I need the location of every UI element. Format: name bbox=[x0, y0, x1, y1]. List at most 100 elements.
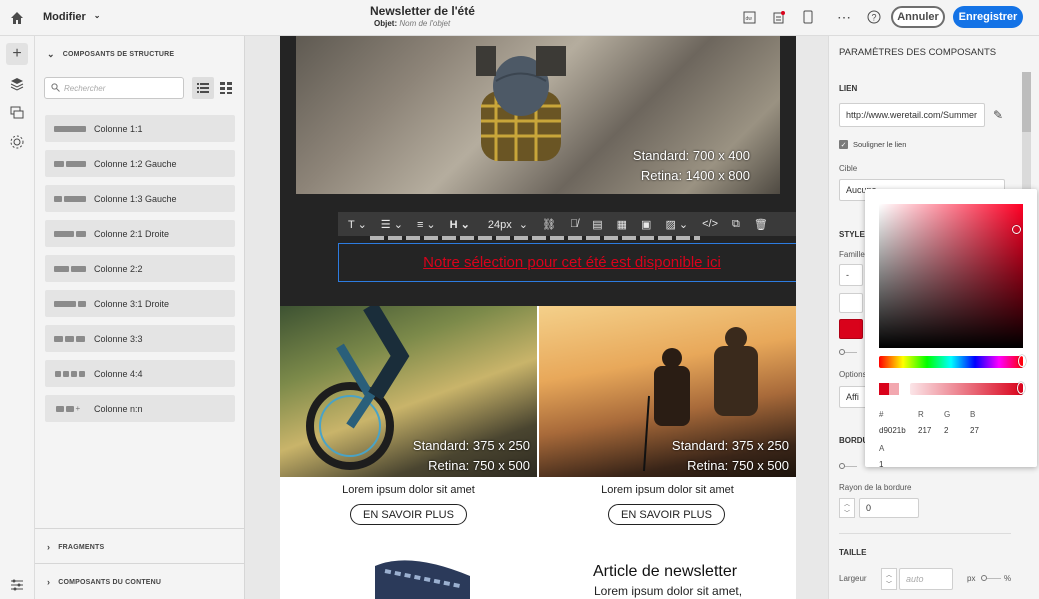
unit-toggle[interactable] bbox=[981, 574, 1001, 582]
alpha-slider[interactable] bbox=[910, 382, 1025, 395]
component-colonne-1-2-gauche[interactable]: Colonne 1:2 Gauche bbox=[45, 150, 235, 177]
largeur-label: Largeur bbox=[839, 574, 867, 583]
b-label: B bbox=[970, 410, 976, 419]
saturation-value-area[interactable] bbox=[879, 204, 1023, 348]
heading-icon[interactable]: H ⌄ bbox=[446, 218, 474, 231]
mobile-view-icon[interactable] bbox=[800, 9, 816, 25]
left-rail: + bbox=[0, 36, 35, 599]
component-colonne-2-1-droite[interactable]: Colonne 2:1 Droite bbox=[45, 220, 235, 247]
hex-label: # bbox=[879, 410, 884, 419]
checklist-icon[interactable] bbox=[770, 9, 786, 25]
content-section-header[interactable]: › COMPOSANTS DU CONTENU bbox=[47, 577, 161, 587]
text-color-swatch[interactable] bbox=[839, 319, 863, 339]
chevron-down-icon: ⌄ bbox=[93, 11, 101, 20]
shoe-image[interactable] bbox=[370, 556, 480, 599]
code-icon[interactable]: </> bbox=[698, 218, 722, 230]
top-bar: Modifier ⌄ Newsletter de l'été Objet: No… bbox=[0, 0, 1039, 36]
grid-view-icon[interactable] bbox=[215, 77, 237, 99]
column-layout-icon bbox=[45, 370, 94, 377]
underline-checkbox[interactable]: ✓ Souligner le lien bbox=[839, 140, 906, 149]
b-input[interactable]: 27 bbox=[970, 426, 979, 435]
divider bbox=[35, 563, 245, 564]
duplicate-icon[interactable]: ⧉ bbox=[728, 218, 744, 231]
hikers-image[interactable]: Standard: 375 x 250 Retina: 750 x 500 bbox=[539, 306, 796, 477]
mode-menu[interactable]: Modifier ⌄ bbox=[43, 11, 100, 23]
layout-icon[interactable]: ▤ bbox=[588, 218, 606, 231]
fragments-section-header[interactable]: › FRAGMENTS bbox=[47, 542, 104, 552]
rayon-stepper-arrows[interactable]: ︿ ﹀ bbox=[839, 498, 855, 518]
previous-color-swatch bbox=[889, 383, 899, 395]
hikers-dimensions: Standard: 375 x 250 Retina: 750 x 500 bbox=[619, 436, 789, 476]
list-icon[interactable]: ≡ ⌄ bbox=[413, 218, 440, 231]
font-size-value: 24px bbox=[487, 218, 512, 231]
desktop-view-icon[interactable]: dw bbox=[741, 9, 757, 25]
link-icon[interactable]: ⛓ bbox=[538, 218, 560, 231]
font-size-select[interactable]: 24px ⌄ bbox=[480, 218, 532, 231]
component-label: Colonne 1:1 bbox=[94, 123, 143, 134]
align-icon[interactable]: ☰ ⌄ bbox=[377, 218, 407, 231]
hue-slider[interactable] bbox=[879, 355, 1026, 368]
home-icon[interactable] bbox=[8, 9, 26, 27]
hero-section[interactable]: Standard: 700 x 400 Retina: 1400 x 800 T… bbox=[280, 36, 796, 306]
learn-more-button-left[interactable]: EN SAVOIR PLUS bbox=[350, 504, 467, 525]
largeur-stepper-arrows[interactable]: ︿ ﹀ bbox=[881, 568, 897, 590]
alpha-handle[interactable] bbox=[1017, 382, 1025, 394]
unit-percent[interactable]: % bbox=[1004, 574, 1011, 583]
component-colonne-1-1[interactable]: Colonne 1:1 bbox=[45, 115, 235, 142]
layers-icon[interactable] bbox=[6, 73, 28, 95]
hue-handle[interactable] bbox=[1018, 355, 1026, 367]
add-icon[interactable]: + bbox=[6, 43, 28, 65]
content-title: COMPOSANTS DU CONTENU bbox=[58, 578, 162, 586]
image-icon[interactable]: ▣ bbox=[637, 218, 655, 231]
url-input[interactable]: http://www.weretail.com/Summer bbox=[839, 103, 985, 127]
chevron-right-icon: › bbox=[47, 577, 51, 587]
learn-more-button-right[interactable]: EN SAVOIR PLUS bbox=[608, 504, 725, 525]
settings-icon[interactable] bbox=[6, 574, 28, 596]
search-input[interactable]: Rechercher bbox=[44, 77, 184, 99]
g-input[interactable]: 2 bbox=[944, 426, 948, 435]
sv-handle[interactable] bbox=[1012, 225, 1021, 234]
subject-line[interactable]: Objet: Nom de l'objet bbox=[374, 19, 450, 28]
edit-pencil-icon[interactable]: ✎ bbox=[991, 108, 1005, 122]
svg-text:dw: dw bbox=[745, 16, 752, 22]
cancel-button[interactable]: Annuler bbox=[891, 6, 945, 28]
largeur-input[interactable]: auto bbox=[899, 568, 953, 590]
options-select[interactable]: Affi bbox=[839, 386, 867, 408]
unit-px[interactable]: px bbox=[967, 574, 975, 583]
r-input[interactable]: 217 bbox=[918, 426, 931, 435]
list-view-icon[interactable] bbox=[192, 77, 214, 99]
component-colonne-2-2[interactable]: Colonne 2:2 bbox=[45, 255, 235, 282]
summer-selection-link[interactable]: Notre sélection pour cet été est disponi… bbox=[423, 254, 721, 271]
unlink-icon[interactable]: ⛓̸ bbox=[566, 218, 582, 230]
delete-icon[interactable]: 🗑 bbox=[750, 218, 772, 231]
component-colonne-n-n[interactable]: + Colonne n:n bbox=[45, 395, 235, 422]
caption-left: Lorem ipsum dolor sit amet bbox=[342, 484, 475, 496]
rayon-input[interactable]: 0 bbox=[859, 498, 919, 518]
component-label: Colonne n:n bbox=[94, 403, 143, 414]
grid-icon[interactable]: ▦ bbox=[613, 218, 631, 231]
assets-icon[interactable] bbox=[6, 102, 28, 124]
background-color-swatch[interactable] bbox=[839, 293, 863, 313]
more-options-icon[interactable]: ⋯ bbox=[835, 9, 853, 25]
border-slider[interactable] bbox=[839, 462, 857, 470]
help-icon[interactable]: ? bbox=[866, 9, 882, 25]
checkbox-checked-icon: ✓ bbox=[839, 140, 848, 149]
text-style-icon[interactable]: T ⌄ bbox=[344, 218, 371, 231]
save-button[interactable]: Enregistrer bbox=[953, 6, 1023, 28]
component-colonne-4-4[interactable]: Colonne 4:4 bbox=[45, 360, 235, 387]
hex-input[interactable]: d9021b bbox=[879, 426, 906, 435]
component-label: Colonne 3:1 Droite bbox=[94, 298, 170, 309]
component-colonne-1-3-gauche[interactable]: Colonne 1:3 Gauche bbox=[45, 185, 235, 212]
famille-select[interactable]: - bbox=[839, 264, 863, 286]
media-icon[interactable]: ▨ ⌄ bbox=[661, 218, 692, 231]
component-colonne-3-1-droite[interactable]: Colonne 3:1 Droite bbox=[45, 290, 235, 317]
a-input[interactable]: 1 bbox=[879, 460, 883, 469]
bike-image[interactable]: Standard: 375 x 250 Retina: 750 x 500 bbox=[280, 301, 537, 477]
component-colonne-3-3[interactable]: Colonne 3:3 bbox=[45, 325, 235, 352]
selected-link-block[interactable]: Notre sélection pour cet été est disponi… bbox=[338, 243, 796, 282]
structure-section-header[interactable]: ⌄ COMPOSANTS DE STRUCTURE bbox=[47, 49, 174, 60]
components-panel: ⌄ COMPOSANTS DE STRUCTURE Rechercher Col… bbox=[35, 36, 245, 599]
slider[interactable] bbox=[839, 348, 857, 356]
color-picker-popover: # R G B d9021b 217 2 27 A 1 bbox=[865, 189, 1037, 469]
personalization-icon[interactable] bbox=[6, 131, 28, 153]
